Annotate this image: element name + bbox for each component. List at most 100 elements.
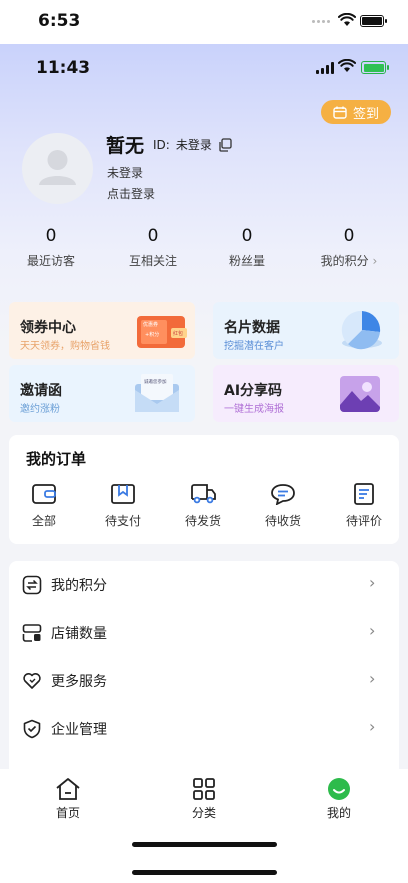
chevron-right-icon: ›: [369, 717, 376, 736]
stat-mutual-follows[interactable]: 0 互相关注: [102, 226, 204, 269]
orders-title: 我的订单: [26, 450, 87, 468]
order-label: 待发货: [184, 514, 221, 528]
stats-row: 0 最近访客 0 互相关注 0 粉丝量 0 我的积分 ›: [0, 226, 408, 274]
art-text: 诚邀您参加: [144, 378, 167, 385]
login-status: 未登录: [107, 166, 144, 180]
inner-home-indicator: [132, 842, 277, 847]
card-title: AI分享码: [224, 383, 283, 399]
coupon-center-card[interactable]: 领券中心 天天领券，购物省钱 优惠券 +积分 红包: [9, 302, 195, 359]
menu-label: 店铺数量: [51, 626, 107, 642]
menu-item-store-count[interactable]: 店铺数量 ›: [9, 609, 399, 657]
points-exchange-icon: [22, 575, 42, 595]
stat-value: 0: [45, 226, 57, 246]
tab-category[interactable]: 分类: [164, 777, 244, 821]
chevron-right-icon: ›: [369, 573, 376, 592]
art-text: 红包: [173, 330, 183, 337]
card-data-card[interactable]: 名片数据 挖掘潜在客户: [213, 302, 399, 359]
chevron-right-icon: ›: [369, 621, 376, 640]
chat-bubble-icon: [271, 484, 295, 505]
order-all[interactable]: 全部: [14, 483, 74, 529]
stat-label: 我的积分: [320, 254, 369, 268]
heart-icon: [23, 673, 41, 689]
menu-label: 更多服务: [51, 674, 107, 690]
chevron-right-icon: ›: [369, 669, 376, 688]
stat-fans[interactable]: 0 粉丝量: [196, 226, 298, 269]
outer-home-indicator: [132, 870, 277, 875]
avatar[interactable]: [22, 133, 93, 204]
menu-label: 我的积分: [51, 578, 107, 594]
menu-item-my-points[interactable]: 我的积分 ›: [9, 561, 399, 609]
stat-my-points[interactable]: 0 我的积分 ›: [298, 226, 400, 269]
wifi-icon: [338, 59, 356, 72]
card-subtitle: 一键生成海报: [224, 404, 284, 415]
order-pending-review[interactable]: 待评价: [334, 483, 394, 529]
wifi-icon: [338, 13, 356, 26]
card-title: 邀请函: [20, 383, 62, 399]
order-label: 待评价: [345, 514, 382, 528]
stat-label: 最近访客: [26, 254, 75, 268]
signin-label: 签到: [352, 106, 379, 122]
order-label: 待收货: [264, 514, 301, 528]
profile-face-icon: [328, 778, 350, 800]
order-label: 待支付: [104, 514, 141, 528]
bottom-tab-bar: 首页 分类 我的: [0, 769, 408, 883]
menu-label: 企业管理: [51, 722, 107, 738]
copy-icon[interactable]: [218, 137, 232, 152]
default-user-icon: [39, 150, 76, 185]
user-id: ID: 未登录: [153, 136, 232, 153]
tab-label: 首页: [55, 806, 80, 820]
invitation-card[interactable]: 邀请函 邀约涨粉 诚邀您参加: [9, 365, 195, 422]
mountain-poster-illustration: [340, 376, 380, 412]
envelope-illustration: 诚邀您参加: [135, 374, 179, 412]
store-icon: [22, 624, 42, 642]
menu-item-more-services[interactable]: 更多服务 ›: [9, 657, 399, 705]
document-icon: [354, 483, 374, 505]
login-link[interactable]: 点击登录: [107, 185, 155, 202]
truck-icon: [191, 484, 216, 504]
stat-recent-visitors[interactable]: 0 最近访客: [0, 226, 102, 269]
card-subtitle: 邀约涨粉: [20, 404, 60, 415]
order-pending-shipment[interactable]: 待发货: [173, 483, 233, 529]
tab-label: 我的: [326, 806, 351, 820]
signal-bars-icon: [316, 62, 334, 74]
card-subtitle: 天天领券，购物省钱: [20, 341, 110, 352]
card-subtitle: 挖掘潜在客户: [224, 341, 284, 352]
tab-mine[interactable]: 我的: [299, 777, 379, 821]
stat-value: 0: [241, 226, 253, 246]
pie-chart-illustration: [341, 310, 382, 350]
stat-label: 互相关注: [128, 254, 177, 268]
order-pending-receipt[interactable]: 待收货: [253, 483, 313, 529]
bookmark-card-icon: [111, 484, 135, 504]
stat-value: 0: [343, 226, 355, 246]
outer-status-bar: 6:53: [0, 0, 408, 44]
inner-clock: 11:43: [36, 58, 91, 78]
wallet-icon: [32, 484, 56, 504]
home-icon: [56, 778, 80, 800]
id-value: 未登录: [175, 138, 212, 152]
tab-label: 分类: [191, 806, 216, 820]
signin-button[interactable]: 签到: [321, 100, 391, 124]
stat-label: 粉丝量: [228, 254, 265, 268]
id-label: ID:: [153, 137, 170, 152]
card-title: 领券中心: [20, 320, 76, 336]
order-pending-payment[interactable]: 待支付: [93, 483, 153, 529]
outer-clock: 6:53: [38, 11, 81, 31]
shield-check-icon: [23, 719, 41, 739]
calendar-icon: [333, 106, 347, 119]
battery-icon: [360, 15, 387, 27]
stat-label-wrap: 我的积分 ›: [298, 252, 400, 269]
coupon-card-illustration: 优惠券 +积分 红包: [137, 316, 187, 348]
art-text: +积分: [145, 331, 159, 338]
ai-share-code-card[interactable]: AI分享码 一键生成海报: [213, 365, 399, 422]
tab-home[interactable]: 首页: [28, 777, 108, 821]
grid-icon: [193, 778, 215, 800]
service-menu: 我的积分 › 店铺数量 › 更多服务 › 企业管理 ›: [9, 561, 399, 781]
menu-item-enterprise-management[interactable]: 企业管理 ›: [9, 705, 399, 753]
my-orders-panel: 我的订单 全部 待支付 待发货 待收货 待评价: [9, 435, 399, 544]
order-label: 全部: [31, 514, 56, 528]
art-text: 优惠券: [143, 321, 158, 328]
stat-value: 0: [147, 226, 159, 246]
user-name: 暂无: [106, 135, 145, 157]
charging-battery-icon: [361, 61, 389, 74]
card-title: 名片数据: [224, 320, 280, 336]
